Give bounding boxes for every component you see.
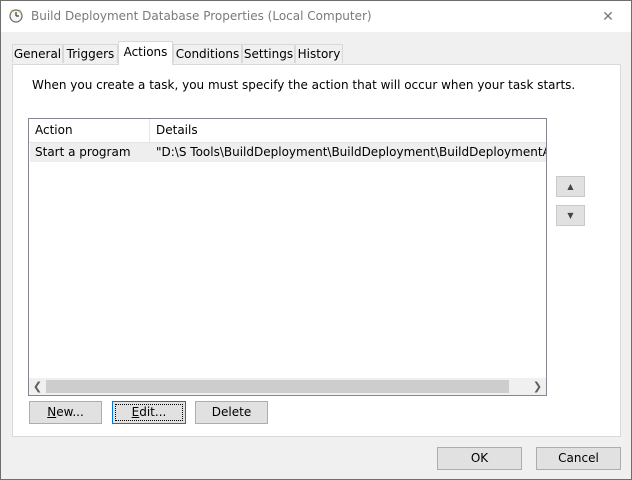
clock-icon — [9, 9, 23, 23]
actions-description: When you create a task, you must specify… — [32, 78, 576, 92]
column-header-details[interactable]: Details — [150, 119, 546, 142]
actions-list[interactable]: Action Details Start a program "D:\S Too… — [28, 118, 547, 396]
new-mnemonic: N — [47, 405, 57, 419]
ok-button[interactable]: OK — [437, 447, 522, 470]
move-down-button[interactable]: ▼ — [556, 205, 585, 226]
delete-label: Delete — [211, 405, 252, 419]
cancel-button[interactable]: Cancel — [536, 447, 621, 470]
tab-history[interactable]: History — [295, 44, 343, 63]
window-title: Build Deployment Database Properties (Lo… — [31, 9, 372, 23]
tab-settings[interactable]: Settings — [242, 44, 295, 63]
tab-conditions[interactable]: Conditions — [173, 44, 242, 63]
properties-dialog: Build Deployment Database Properties (Lo… — [0, 0, 632, 480]
tab-triggers[interactable]: Triggers — [63, 44, 118, 63]
horizontal-scrollbar[interactable]: ❮ ❯ — [29, 378, 546, 395]
new-label-rest: ew... — [56, 405, 84, 419]
row-details-cell: "D:\S Tools\BuildDeployment\BuildDeploym… — [156, 145, 546, 159]
scrollbar-thumb[interactable] — [46, 380, 509, 393]
edit-label-rest: dit... — [139, 405, 167, 419]
arrow-down-icon: ▼ — [567, 211, 574, 220]
scroll-left-icon[interactable]: ❮ — [29, 378, 46, 395]
move-up-button[interactable]: ▲ — [556, 176, 585, 197]
row-action-cell: Start a program — [35, 145, 131, 159]
title-bar: Build Deployment Database Properties (Lo… — [1, 1, 631, 32]
list-header: Action Details — [29, 119, 546, 143]
arrow-up-icon: ▲ — [567, 182, 574, 191]
table-row[interactable]: Start a program "D:\S Tools\BuildDeploym… — [30, 143, 546, 162]
edit-action-button[interactable]: Edit... — [112, 401, 186, 424]
actions-tab-panel: When you create a task, you must specify… — [12, 64, 621, 437]
new-action-button[interactable]: New... — [29, 401, 102, 424]
close-button[interactable]: ✕ — [585, 1, 631, 32]
close-icon: ✕ — [602, 8, 614, 25]
column-header-action[interactable]: Action — [29, 119, 150, 142]
delete-action-button[interactable]: Delete — [195, 401, 268, 424]
tab-general[interactable]: General — [12, 44, 63, 63]
tab-actions[interactable]: Actions — [118, 41, 173, 65]
scroll-right-icon[interactable]: ❯ — [529, 378, 546, 395]
